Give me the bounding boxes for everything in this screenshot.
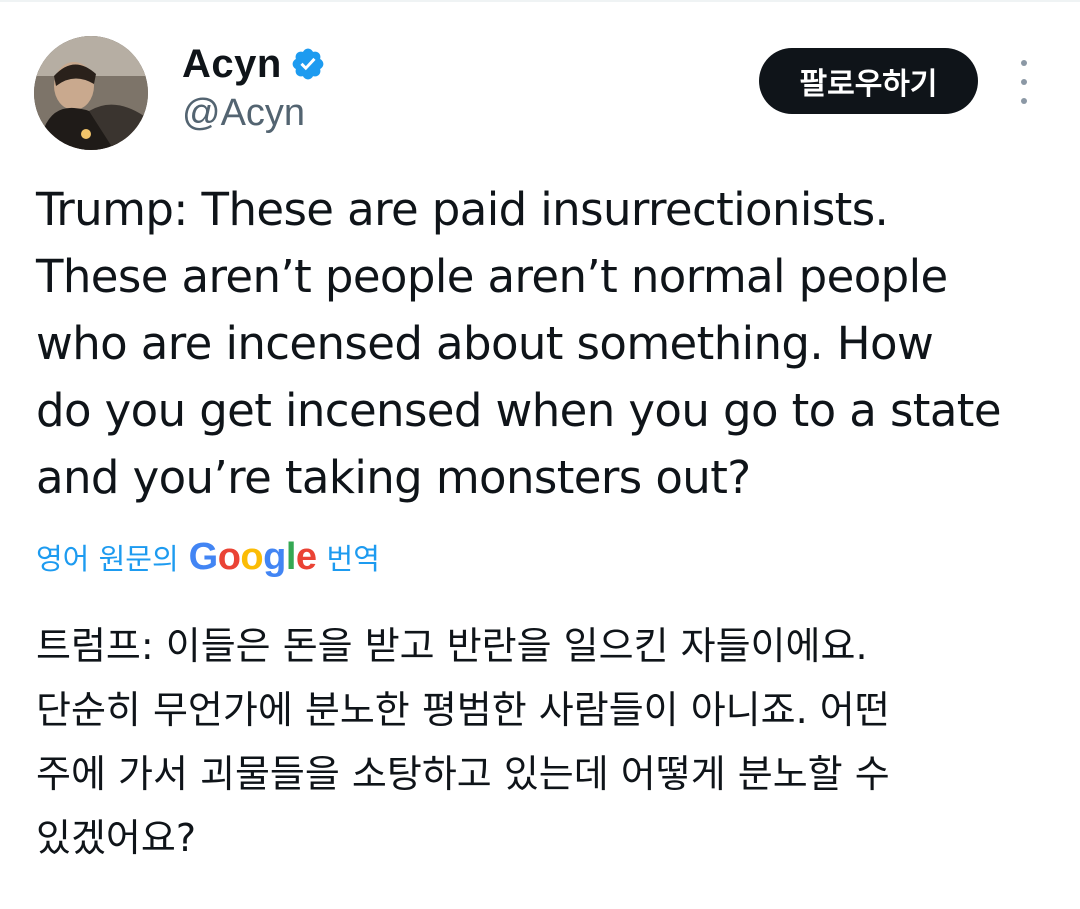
translated-text: 트럼프: 이들은 돈을 받고 반란을 일으킨 자들이에요. 단순히 무언가에 분…	[36, 624, 890, 860]
google-logo-letter: o	[240, 535, 264, 578]
translation-prefix: 영어 원문의	[36, 542, 179, 576]
avatar-image	[34, 36, 148, 150]
google-logo-letter: g	[263, 535, 286, 578]
more-dot	[1021, 60, 1027, 66]
google-logo: Google	[189, 536, 317, 579]
google-logo-letter: e	[295, 535, 317, 578]
more-vertical-icon[interactable]	[1008, 60, 1040, 104]
avatar[interactable]	[34, 36, 148, 150]
google-logo-letter: l	[285, 535, 297, 578]
translation-attribution[interactable]: 영어 원문의 Google 번역	[36, 532, 380, 582]
more-dot	[1021, 98, 1027, 104]
verified-badge-icon[interactable]	[290, 46, 326, 82]
follow-button[interactable]: 팔로우하기	[759, 48, 978, 114]
display-name[interactable]: Acyn	[182, 42, 282, 87]
google-logo-letter: G	[188, 535, 219, 578]
google-logo-letter: o	[217, 535, 241, 578]
tweet-text: Trump: These are paid insurrectionists. …	[36, 183, 1002, 504]
author-handle[interactable]: @Acyn	[182, 92, 326, 135]
author-block: Acyn @Acyn	[182, 40, 326, 135]
display-name-row: Acyn	[182, 40, 326, 88]
more-dot	[1021, 79, 1027, 85]
translation-suffix: 번역	[326, 542, 380, 576]
tweet-header: Acyn @Acyn 팔로우하기	[0, 0, 1080, 170]
